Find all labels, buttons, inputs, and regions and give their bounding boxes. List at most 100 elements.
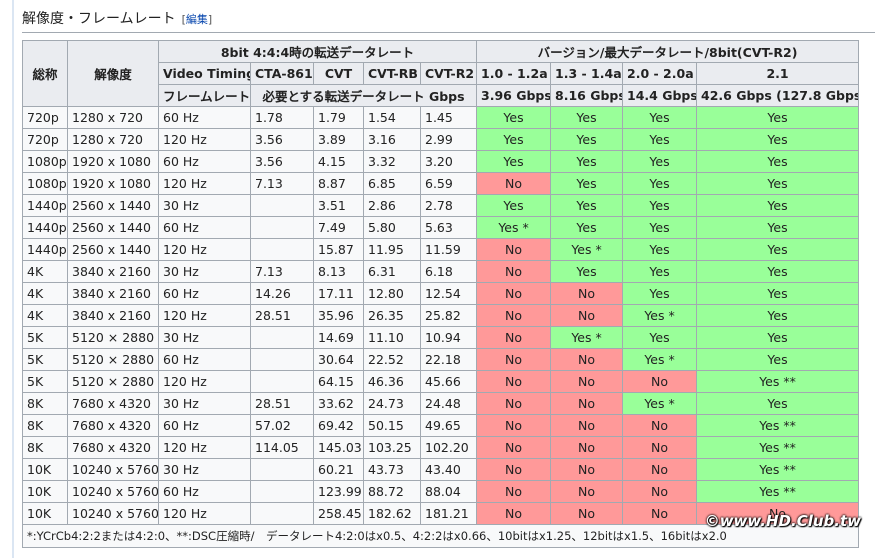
cell-v13: Yes * bbox=[550, 238, 624, 261]
cell-cvt-rb: 103.25 bbox=[363, 436, 421, 459]
header-video-timing: Video Timing bbox=[158, 62, 251, 85]
cell-cta bbox=[250, 216, 314, 239]
header-max-rate: 8.16 Gbps bbox=[550, 84, 624, 107]
cell-cvt-r2: 10.94 bbox=[419, 326, 478, 349]
cell-cvt: 60.21 bbox=[313, 458, 364, 481]
table-row: 1440p 2560 x 1440 30 Hz 3.51 2.86 2.78 Yes Yes Y… bbox=[22, 194, 860, 217]
cell-cta: 28.51 bbox=[250, 304, 314, 327]
cell-v20: No bbox=[622, 458, 698, 481]
cell-v20: Yes * bbox=[622, 392, 698, 415]
cell-v1: No bbox=[476, 392, 552, 415]
cell-cvt-rb: 182.62 bbox=[363, 502, 421, 525]
cell-cvt-r2: 2.78 bbox=[419, 194, 478, 217]
cell-v21: Yes bbox=[696, 260, 860, 283]
cell-v1: No bbox=[476, 282, 552, 305]
cell-v1: No bbox=[476, 480, 552, 503]
table-row: 5K 5120 × 2880 120 Hz 64.15 46.36 45.66 No No No… bbox=[22, 370, 860, 393]
table-row: 1440p 2560 x 1440 60 Hz 7.49 5.80 5.63 Yes * Ye… bbox=[22, 216, 860, 239]
cell-cvt: 15.87 bbox=[313, 238, 364, 261]
cell-framerate: 30 Hz bbox=[158, 326, 251, 349]
cell-v1: No bbox=[476, 172, 552, 195]
cell-cvt-r2: 24.48 bbox=[419, 392, 478, 415]
table-row: 1080p 1920 x 1080 120 Hz 7.13 8.87 6.85 6.59 No… bbox=[22, 172, 860, 195]
cell-cvt: 145.03 bbox=[313, 436, 364, 459]
cell-v20: No bbox=[622, 370, 698, 393]
cell-cvt: 3.51 bbox=[313, 194, 364, 217]
header-group-version: バージョン/最大データレート/8bit(CVT-R2) bbox=[476, 40, 860, 63]
cell-cta: 14.26 bbox=[250, 282, 314, 305]
cell-v1: Yes * bbox=[476, 216, 552, 239]
cell-name: 5K bbox=[22, 370, 68, 393]
cell-cvt-rb: 6.85 bbox=[363, 172, 421, 195]
header-version: 2.1 bbox=[696, 62, 860, 85]
table-row: 720p 1280 x 720 60 Hz 1.78 1.79 1.54 1.45 Yes Ye… bbox=[22, 106, 860, 129]
table-row: 8K 7680 x 4320 60 Hz 57.02 69.42 50.15 49.65 No… bbox=[22, 414, 860, 437]
cell-resolution: 10240 x 5760 bbox=[67, 502, 159, 525]
cell-cvt-r2: 45.66 bbox=[419, 370, 478, 393]
cell-resolution: 3840 x 2160 bbox=[67, 282, 159, 305]
cell-cta: 28.51 bbox=[250, 392, 314, 415]
table-row: 1440p 2560 x 1440 120 Hz 15.87 11.95 11.59 No Y… bbox=[22, 238, 860, 261]
cell-v21: Yes bbox=[696, 194, 860, 217]
cell-v20: Yes * bbox=[622, 348, 698, 371]
cell-v20: No bbox=[622, 502, 698, 525]
cell-resolution: 2560 x 1440 bbox=[67, 194, 159, 217]
cell-framerate: 120 Hz bbox=[158, 502, 251, 525]
header-group-rate: 8bit 4:4:4時の転送データレート bbox=[157, 40, 478, 63]
cell-cvt: 14.69 bbox=[313, 326, 364, 349]
cell-v21: Yes ** bbox=[696, 436, 860, 459]
header-max-rate: 14.4 Gbps bbox=[622, 84, 698, 107]
cell-name: 1440p bbox=[22, 238, 68, 261]
cell-cvt: 8.87 bbox=[313, 172, 364, 195]
cell-cvt-rb: 1.54 bbox=[363, 106, 421, 129]
cell-name: 5K bbox=[22, 348, 68, 371]
watermark: ©www.HD.Club.tw bbox=[704, 512, 861, 530]
cell-framerate: 120 Hz bbox=[158, 436, 251, 459]
cell-v13: Yes bbox=[550, 194, 624, 217]
left-border bbox=[12, 0, 14, 558]
cell-framerate: 120 Hz bbox=[158, 172, 251, 195]
cell-v20: Yes bbox=[622, 282, 698, 305]
cell-cvt-rb: 6.31 bbox=[363, 260, 421, 283]
cell-cta: 7.13 bbox=[250, 260, 314, 283]
cell-cvt-r2: 6.59 bbox=[419, 172, 478, 195]
table-row: 5K 5120 × 2880 60 Hz 30.64 22.52 22.18 No No Yes… bbox=[22, 348, 860, 371]
cell-framerate: 120 Hz bbox=[158, 304, 251, 327]
cell-v20: Yes bbox=[622, 194, 698, 217]
cell-v20: Yes bbox=[622, 150, 698, 173]
cell-framerate: 30 Hz bbox=[158, 194, 251, 217]
cell-cvt-rb: 3.32 bbox=[363, 150, 421, 173]
header-version: 1.3 - 1.4a bbox=[550, 62, 624, 85]
cell-resolution: 1280 x 720 bbox=[67, 128, 159, 151]
cell-cvt-r2: 12.54 bbox=[419, 282, 478, 305]
cell-cvt-rb: 2.86 bbox=[363, 194, 421, 217]
cell-cvt: 7.49 bbox=[313, 216, 364, 239]
cell-framerate: 60 Hz bbox=[158, 348, 251, 371]
cell-v21: Yes bbox=[696, 392, 860, 415]
cell-cvt-rb: 26.35 bbox=[363, 304, 421, 327]
cell-v21: Yes bbox=[696, 326, 860, 349]
cell-v1: No bbox=[476, 260, 552, 283]
cell-cta: 7.13 bbox=[250, 172, 314, 195]
header-cvt-r2: CVT-R2 bbox=[419, 62, 478, 85]
cell-resolution: 7680 x 4320 bbox=[67, 436, 159, 459]
cell-cta bbox=[250, 238, 314, 261]
cell-v21: Yes bbox=[696, 282, 860, 305]
cell-v21: Yes bbox=[696, 128, 860, 151]
cell-cvt-r2: 49.65 bbox=[419, 414, 478, 437]
cell-framerate: 30 Hz bbox=[158, 392, 251, 415]
cell-framerate: 120 Hz bbox=[158, 128, 251, 151]
cell-framerate: 30 Hz bbox=[158, 260, 251, 283]
cell-v13: Yes * bbox=[550, 326, 624, 349]
cell-v13: No bbox=[550, 458, 624, 481]
cell-v13: No bbox=[550, 502, 624, 525]
cell-v20: Yes bbox=[622, 128, 698, 151]
section-title: 解像度・フレームレート bbox=[22, 11, 176, 27]
cell-v1: No bbox=[476, 370, 552, 393]
cell-framerate: 60 Hz bbox=[158, 216, 251, 239]
cell-name: 4K bbox=[22, 282, 68, 305]
edit-bracket-close: ] bbox=[207, 13, 213, 26]
edit-link[interactable]: 編集 bbox=[186, 13, 208, 26]
cell-resolution: 1920 x 1080 bbox=[67, 172, 159, 195]
cell-v1: Yes bbox=[476, 128, 552, 151]
